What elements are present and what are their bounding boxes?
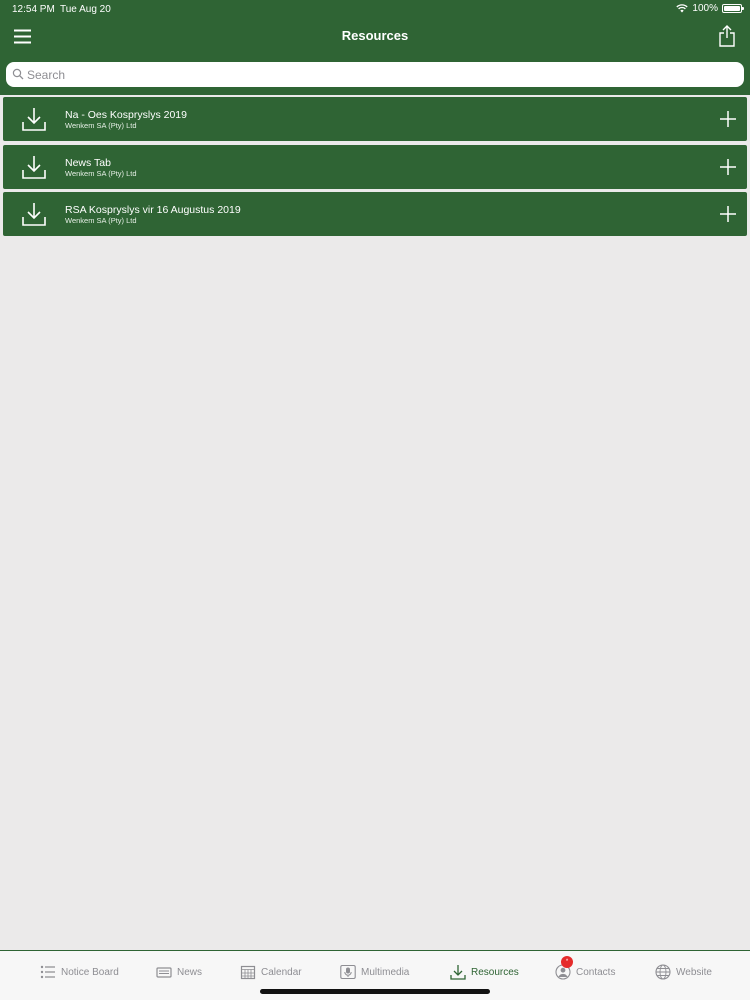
plus-icon[interactable] [719, 158, 737, 176]
tab-label: Contacts [576, 966, 616, 978]
tab-website[interactable]: Website [655, 963, 712, 981]
download-icon [450, 965, 466, 980]
battery-fill [724, 6, 740, 11]
list-icon [40, 965, 55, 979]
resource-title: News Tab [65, 156, 111, 169]
status-date: Tue Aug 20 [60, 4, 111, 15]
tab-label: News [177, 966, 203, 978]
globe-icon [655, 964, 671, 980]
battery-icon [722, 4, 744, 13]
tab-resources[interactable]: Resources [450, 963, 519, 981]
search-input[interactable] [27, 62, 727, 87]
contacts-icon-wrap: * [555, 956, 573, 980]
calendar-icon [240, 965, 256, 980]
top-bar: 12:54 PM Tue Aug 20 100% Resources [0, 0, 750, 95]
tab-label: Calendar [261, 966, 302, 978]
nav-bar: Resources [0, 18, 750, 58]
status-bar: 12:54 PM Tue Aug 20 100% [0, 0, 750, 18]
tab-label: Website [676, 966, 712, 978]
resource-subtitle: Wenkem SA (Pty) Ltd [65, 168, 137, 178]
share-icon[interactable] [718, 24, 736, 48]
tab-label: Multimedia [361, 966, 410, 978]
status-right: 100% [676, 3, 744, 14]
resource-list: Na - Oes Kospryslys 2019 Wenkem SA (Pty)… [3, 97, 747, 240]
resource-subtitle: Wenkem SA (Pty) Ltd [65, 121, 137, 130]
resource-item[interactable]: Na - Oes Kospryslys 2019 Wenkem SA (Pty)… [3, 97, 747, 141]
tab-multimedia[interactable]: Multimedia [340, 963, 409, 981]
resource-item[interactable]: RSA Kospryslys vir 16 Augustus 2019 Wenk… [3, 192, 747, 236]
tab-calendar[interactable]: Calendar [240, 963, 302, 981]
resource-title: RSA Kospryslys vir 16 Augustus 2019 [65, 204, 241, 216]
resource-item[interactable]: News Tab Wenkem SA (Pty) Ltd [3, 144, 747, 189]
download-icon[interactable] [22, 107, 46, 131]
microphone-icon [340, 964, 356, 980]
plus-icon[interactable] [719, 110, 737, 128]
tab-notice-board[interactable]: Notice Board [40, 963, 119, 981]
battery-percent: 100% [692, 3, 718, 14]
newspaper-icon [156, 967, 172, 978]
notification-badge: * [561, 956, 573, 968]
resource-title: Na - Oes Kospryslys 2019 [65, 109, 187, 121]
tab-label: Notice Board [61, 966, 119, 978]
search-bar[interactable] [6, 62, 744, 87]
page-title: Resources [341, 28, 409, 43]
status-time: 12:54 PM [12, 4, 55, 15]
tab-label: Resources [471, 966, 519, 978]
plus-icon[interactable] [719, 205, 737, 223]
download-icon[interactable] [22, 202, 46, 226]
search-icon [12, 68, 24, 80]
download-icon[interactable] [22, 155, 46, 179]
tab-contacts[interactable]: * Contacts [555, 956, 616, 981]
resource-subtitle: Wenkem SA (Pty) Ltd [65, 216, 137, 225]
home-indicator[interactable] [260, 989, 490, 994]
wifi-icon [676, 4, 689, 13]
tab-news[interactable]: News [156, 963, 202, 981]
